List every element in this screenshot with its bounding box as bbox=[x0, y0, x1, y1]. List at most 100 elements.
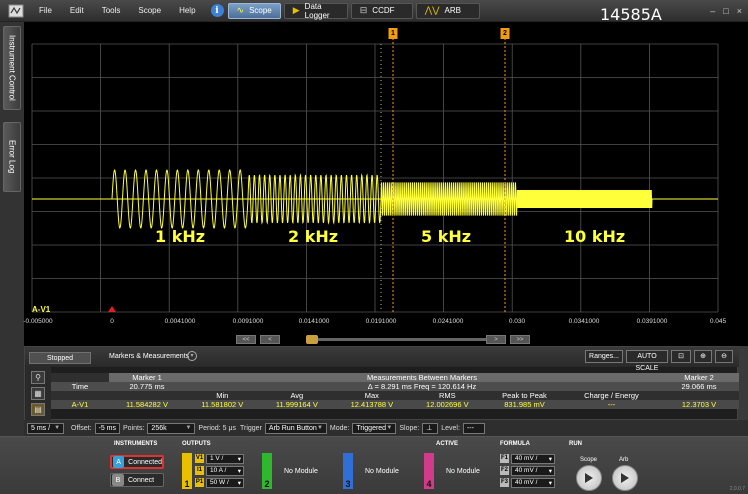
menu-edit[interactable]: Edit bbox=[70, 6, 84, 15]
x-tick-label: -0.005000 bbox=[23, 318, 53, 325]
between-markers-header: Measurements Between Markers bbox=[185, 373, 659, 382]
output-module-4[interactable]: 4 No Module bbox=[424, 453, 480, 489]
arb-wave-icon: ⋀⋁ bbox=[424, 5, 440, 15]
module-1-p1-row[interactable]: P1 50 W / ▾ bbox=[195, 477, 244, 488]
instrument-a-connected-button[interactable]: A Connected bbox=[110, 455, 164, 469]
tab-scope[interactable]: ∿ Scope bbox=[227, 2, 281, 19]
col-rms: RMS bbox=[409, 391, 486, 400]
tab-ccdf-label: CCDF bbox=[372, 6, 395, 15]
instrument-b-badge: B bbox=[112, 474, 124, 486]
tab-arb-label: ARB bbox=[444, 6, 461, 15]
offset-input[interactable]: -5 ms bbox=[94, 422, 121, 434]
f2-scale-select[interactable]: 40 mV / ▾ bbox=[511, 465, 555, 476]
timebase-select[interactable]: 5 ms / ▼ bbox=[27, 422, 65, 434]
marker-tool-icon[interactable]: ⚲ bbox=[31, 371, 45, 384]
period-label: Period: bbox=[198, 424, 221, 432]
output-module-3[interactable]: 3 No Module bbox=[343, 453, 399, 489]
x-tick-label: 0.045 bbox=[709, 318, 727, 325]
side-tab-instrument-control[interactable]: Instrument Control bbox=[3, 26, 21, 110]
slope-select[interactable]: ⊥ bbox=[422, 422, 439, 434]
scope-grid bbox=[31, 43, 719, 313]
x-tick-label: 0.0191000 bbox=[365, 318, 397, 325]
chevron-down-icon: ▾ bbox=[237, 455, 241, 463]
minimize-icon[interactable]: – bbox=[710, 6, 715, 16]
measure-tool-icon[interactable]: ▦ bbox=[31, 387, 45, 400]
formula-f2-row[interactable]: F2 40 mV / ▾ bbox=[500, 465, 555, 476]
zoom-in-icon[interactable]: ⊕ bbox=[694, 350, 712, 363]
freq-label-1khz: 1 kHz bbox=[155, 227, 206, 246]
formula-f3-row[interactable]: F3 40 mV / ▾ bbox=[500, 477, 555, 488]
mode-select[interactable]: Triggered ▼ bbox=[352, 422, 397, 434]
close-icon[interactable]: × bbox=[737, 6, 742, 16]
value-avg: 11.999164 V bbox=[259, 400, 335, 409]
tab-arb[interactable]: ⋀⋁ ARB bbox=[415, 2, 480, 19]
x-tick-label: 0.0041000 bbox=[164, 318, 196, 325]
i1-scale-select[interactable]: 10 A / ▾ bbox=[206, 465, 244, 476]
tab-ccdf[interactable]: ⊟ CCDF bbox=[350, 2, 413, 19]
tab-data-logger[interactable]: ▶ Data Logger bbox=[283, 2, 348, 20]
output-module-1[interactable]: 1 V1 1 V / ▾ I1 10 A / ▾ P1 50 W / ▾ bbox=[182, 453, 244, 489]
chevron-down-icon[interactable]: ▾ bbox=[187, 351, 197, 361]
delta-freq: Δ = 8.291 ms Freq = 120.614 Hz bbox=[185, 382, 659, 391]
offset-value: -5 ms bbox=[98, 424, 117, 432]
run-scope-button[interactable] bbox=[576, 465, 602, 491]
trigger-select[interactable]: Arb Run Button ▼ bbox=[264, 422, 327, 434]
scope-scrollbar[interactable]: << < > >> bbox=[24, 334, 748, 346]
side-tab-error-log[interactable]: Error Log bbox=[3, 122, 21, 192]
trigger-label: Trigger bbox=[239, 424, 262, 432]
scroll-right-button[interactable]: > bbox=[486, 335, 506, 344]
formula-f1-row[interactable]: F1 40 mV / ▾ bbox=[500, 453, 555, 464]
measurement-header: Stopped Markers & Measurements ▾ Ranges.… bbox=[25, 347, 739, 372]
scope-display[interactable]: 1 2 A-V1 1 kHz 2 kHz 5 kHz 10 kHz -0.005… bbox=[23, 22, 748, 344]
chevron-down-icon: ▾ bbox=[548, 455, 552, 463]
marker1-header: Marker 1 bbox=[109, 373, 185, 382]
output-module-2[interactable]: 2 No Module bbox=[262, 453, 318, 489]
menu-scope[interactable]: Scope bbox=[138, 6, 161, 15]
window-controls: – □ × bbox=[710, 6, 742, 16]
scroll-left-button[interactable]: < bbox=[260, 335, 280, 344]
module-1-v1-row[interactable]: V1 1 V / ▾ bbox=[195, 453, 244, 464]
zoom-box-icon[interactable]: ⊡ bbox=[671, 350, 691, 363]
p1-scale-select[interactable]: 50 W / ▾ bbox=[206, 477, 244, 488]
run-arb-button[interactable] bbox=[612, 465, 638, 491]
module-1-i1-row[interactable]: I1 10 A / ▾ bbox=[195, 465, 244, 476]
menu-tools[interactable]: Tools bbox=[102, 6, 121, 15]
points-value: 256k bbox=[151, 424, 167, 432]
marker-1-flag[interactable]: 1 bbox=[388, 28, 398, 39]
points-select[interactable]: 256k ▼ bbox=[147, 422, 196, 434]
info-icon[interactable]: i bbox=[210, 4, 224, 17]
instruments-section-label: INSTRUMENTS bbox=[114, 441, 158, 447]
chevron-down-icon: ▾ bbox=[548, 467, 552, 475]
scroll-left-fast-button[interactable]: << bbox=[236, 335, 256, 344]
app-logo-icon bbox=[6, 3, 26, 19]
f2-scale-value: 40 mV / bbox=[515, 467, 538, 474]
marker2-time: 29.066 ms bbox=[659, 382, 739, 391]
module-4-number: 4 bbox=[426, 479, 432, 489]
menu-file[interactable]: File bbox=[39, 6, 52, 15]
trigger-value: Arb Run Button bbox=[268, 424, 317, 432]
ranges-button[interactable]: Ranges... bbox=[585, 350, 623, 363]
level-input[interactable]: --- bbox=[462, 422, 485, 434]
ccdf-icon: ⊟ bbox=[359, 5, 368, 15]
time-label: Time bbox=[51, 382, 109, 391]
scroll-track[interactable] bbox=[306, 338, 506, 341]
maximize-icon[interactable]: □ bbox=[723, 6, 728, 16]
autoscale-button[interactable]: AUTO SCALE bbox=[626, 350, 668, 372]
f3-scale-select[interactable]: 40 mV / ▾ bbox=[511, 477, 555, 488]
scroll-thumb[interactable] bbox=[306, 335, 318, 344]
menu-help[interactable]: Help bbox=[179, 6, 195, 15]
v1-tag: V1 bbox=[195, 454, 204, 463]
marker-2-flag[interactable]: 2 bbox=[500, 28, 510, 39]
instrument-bar: INSTRUMENTS A Connected B Connect OUTPUT… bbox=[0, 436, 748, 494]
instrument-b-connect-button[interactable]: B Connect bbox=[110, 473, 164, 487]
col-min: Min bbox=[185, 391, 260, 400]
grid-tool-icon[interactable]: ▤ bbox=[31, 403, 45, 416]
scroll-right-fast-button[interactable]: >> bbox=[510, 335, 530, 344]
v1-scale-select[interactable]: 1 V / ▾ bbox=[206, 453, 244, 464]
freq-label-5khz: 5 kHz bbox=[421, 227, 472, 246]
module-1-number: 1 bbox=[184, 479, 190, 489]
x-tick-label: 0 bbox=[110, 318, 114, 325]
zoom-out-icon[interactable]: ⊖ bbox=[715, 350, 733, 363]
module-2-color-bar: 2 bbox=[262, 453, 272, 489]
f1-scale-select[interactable]: 40 mV / ▾ bbox=[511, 453, 555, 464]
